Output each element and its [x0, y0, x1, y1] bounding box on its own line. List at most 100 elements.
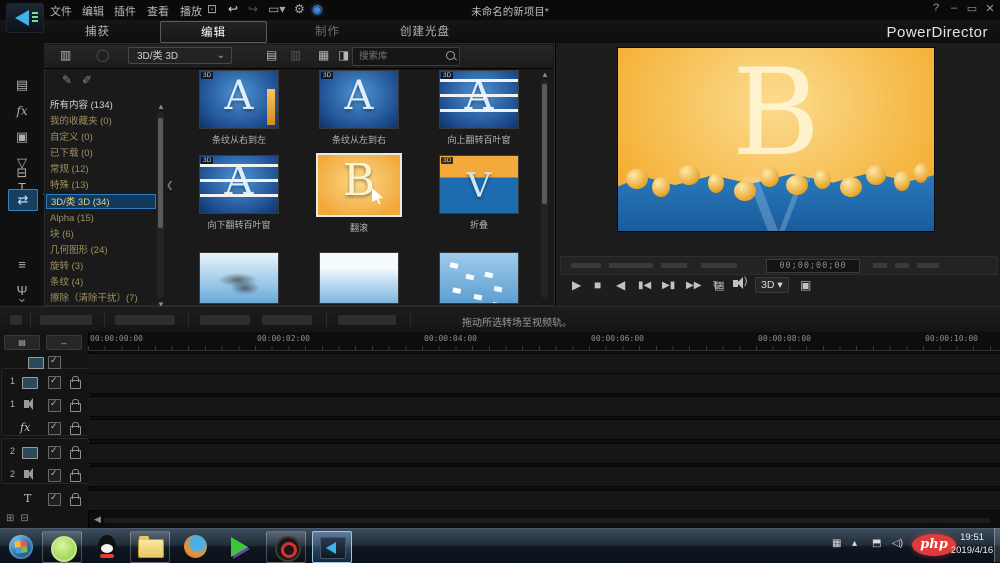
subtitle-room-icon[interactable]: ⊟ — [8, 163, 36, 183]
tab-capture[interactable]: 捕获 — [85, 23, 110, 39]
stop-button[interactable]: ■ — [594, 278, 601, 292]
category-alpha[interactable]: Alpha (15) — [46, 211, 156, 226]
transition-item-partial[interactable] — [179, 252, 299, 304]
redo-icon[interactable]: ↪ — [248, 2, 258, 16]
menu-plugin[interactable]: 插件 — [114, 3, 136, 19]
search-input[interactable] — [357, 49, 441, 64]
track-header-effect[interactable]: fx — [4, 419, 86, 438]
paste-icon[interactable]: ▥ — [290, 48, 301, 62]
menu-edit[interactable]: 编辑 — [82, 3, 104, 19]
tray-security-icon[interactable]: ⬒ — [872, 538, 881, 549]
show-desktop-button[interactable] — [994, 528, 1000, 562]
directorzone-account-icon[interactable]: ◉ — [312, 2, 322, 16]
settings-gear-icon[interactable]: ⚙ — [294, 2, 305, 16]
taskbar-explorer[interactable] — [130, 531, 170, 563]
download-icon[interactable]: ◯ — [96, 48, 109, 62]
timeline-horizontal-scrollbar[interactable] — [104, 518, 990, 523]
timeline-lane[interactable] — [88, 466, 1000, 487]
copy-icon[interactable]: ▤ — [266, 48, 277, 62]
scroll-up-icon[interactable]: ▲ — [541, 70, 549, 79]
maximize-button[interactable]: ▭ — [964, 2, 980, 15]
category-favorites[interactable]: 我的收藏夹 (0) — [46, 114, 156, 129]
taskbar-qq-app[interactable] — [88, 531, 126, 561]
track-header-audio-2[interactable]: 2 — [4, 466, 86, 485]
close-button[interactable]: ✕ — [982, 2, 998, 15]
more-rooms-chevron-icon[interactable]: ⌄ — [8, 288, 36, 308]
transition-item-partial[interactable] — [419, 252, 539, 304]
collapse-category-panel-handle[interactable]: ❮ — [166, 180, 174, 191]
track-header-video-2[interactable]: 2 — [4, 443, 86, 462]
category-general[interactable]: 常规 (12) — [46, 162, 156, 177]
step-back-button[interactable]: ▮◀ — [638, 280, 651, 291]
taskbar-clock[interactable]: 19:51 2019/4/16 — [948, 531, 996, 557]
import-media-icon[interactable]: ▥ — [60, 48, 71, 62]
scroll-left-icon[interactable]: ◀ — [94, 514, 101, 525]
timecode-field[interactable]: 00;00;00;00 — [766, 259, 860, 273]
scroll-up-icon[interactable]: ▲ — [157, 102, 165, 111]
category-filter-dropdown[interactable]: 3D/类 3D ⌄ — [128, 47, 232, 64]
track-enable-checkbox[interactable] — [48, 492, 61, 506]
lock-icon[interactable] — [70, 399, 81, 412]
timeline-lane[interactable] — [88, 419, 1000, 440]
category-special[interactable]: 特殊 (13) — [46, 178, 156, 193]
transition-room-icon[interactable]: ⇄ — [8, 189, 38, 211]
toolbar-icon[interactable] — [10, 315, 22, 325]
timeline-lane[interactable] — [88, 396, 1000, 417]
timeline-zoom-buttons[interactable]: ⊞⊟ — [6, 513, 35, 524]
track-enable-checkbox[interactable] — [48, 398, 61, 412]
taskbar-powerdirector-active[interactable] — [312, 531, 352, 563]
category-geometric[interactable]: 几何图形 (24) — [46, 243, 156, 258]
help-button[interactable]: ? — [928, 2, 944, 14]
transition-item[interactable]: 3D A 条纹从左到右 — [299, 70, 419, 146]
lock-icon[interactable] — [70, 422, 81, 435]
menu-file[interactable]: 文件 — [50, 3, 72, 19]
fast-forward-button[interactable]: ▶▶ — [686, 280, 701, 291]
toolbar-icon-group[interactable] — [40, 315, 92, 325]
tray-volume-icon[interactable]: ◁) — [892, 538, 903, 549]
transition-item[interactable]: 3D A 条纹从右到左 — [179, 70, 299, 146]
media-room-icon[interactable]: ▤ — [8, 75, 36, 95]
tray-show-hidden-icon[interactable]: ▴ — [852, 538, 857, 549]
tab-produce[interactable]: 制作 — [315, 23, 340, 39]
category-all[interactable]: 所有内容 (134) — [46, 98, 156, 113]
menu-view[interactable]: 查看 — [147, 3, 169, 19]
toolbar-icon-group[interactable] — [262, 315, 312, 325]
transition-item-partial[interactable] — [299, 252, 419, 304]
tab-create-disc[interactable]: 创建光盘 — [400, 23, 450, 39]
tray-ime-icon[interactable]: ▦ — [832, 538, 841, 549]
taskbar-recorder-app[interactable] — [266, 531, 306, 563]
track-header-audio-1[interactable]: 1 — [4, 396, 86, 415]
minimize-button[interactable]: – — [946, 2, 962, 14]
transition-item-selected[interactable]: B 翻滚 — [299, 153, 419, 234]
track-header-title[interactable]: T — [4, 490, 86, 509]
timeline-lane[interactable] — [88, 353, 1000, 374]
timeline-lane[interactable] — [88, 373, 1000, 394]
menu-play[interactable]: 播放 — [180, 3, 202, 19]
track-enable-checkbox[interactable] — [48, 468, 61, 482]
category-downloaded[interactable]: 已下载 (0) — [46, 146, 156, 161]
play-button[interactable]: ▶ — [572, 278, 581, 292]
library-scrollbar[interactable]: ▲ — [541, 70, 549, 298]
transition-item[interactable]: 3D A 向下翻转百叶窗 — [179, 155, 299, 231]
volume-icon[interactable] — [733, 276, 747, 289]
toolbar-icon-group[interactable] — [338, 315, 396, 325]
track-enable-checkbox[interactable] — [48, 421, 61, 435]
effect-room-icon[interactable]: fx — [8, 101, 36, 121]
grid-view-icon[interactable]: ▦ — [318, 48, 329, 62]
lock-icon[interactable] — [70, 376, 81, 389]
track-header-video-1[interactable]: 1 — [4, 373, 86, 392]
aspect-ratio-dropdown[interactable]: ▭▾ — [268, 2, 285, 16]
track-enable-checkbox[interactable] — [48, 445, 61, 459]
mixing-room-icon[interactable]: ≡ — [8, 255, 36, 275]
zoom-in-icon[interactable]: ⊞ — [6, 513, 20, 524]
track-enable-checkbox[interactable] — [48, 355, 61, 369]
category-custom[interactable]: 自定义 (0) — [46, 130, 156, 145]
category-wipe[interactable]: 擦除（清除干扰）(7) — [46, 291, 156, 304]
lock-icon[interactable] — [70, 446, 81, 459]
transition-item[interactable]: 3D V 折叠 — [419, 155, 539, 231]
category-3d-like[interactable]: 3D/类 3D (34) — [46, 194, 156, 209]
category-block[interactable]: 块 (6) — [46, 227, 156, 242]
track-manager-button[interactable]: ▤ — [4, 335, 40, 350]
timeline-ruler[interactable]: 00:00:00:00 00:00:02:00 00:00:04:00 00:0… — [88, 332, 1000, 351]
timeline-lane[interactable] — [88, 443, 1000, 464]
